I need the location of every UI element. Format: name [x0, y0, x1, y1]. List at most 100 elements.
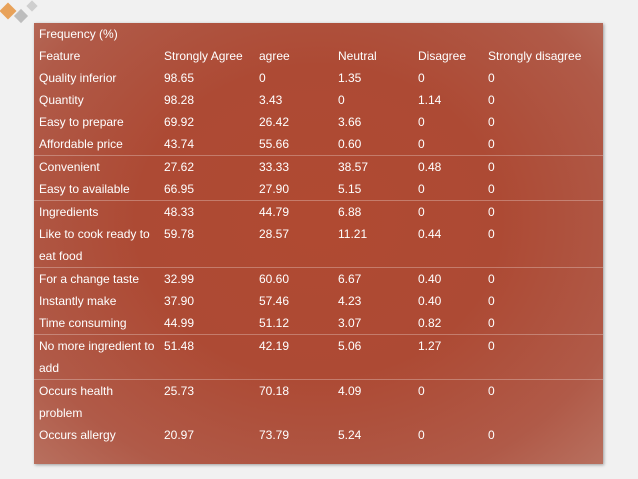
cell-disagree: 0	[418, 115, 425, 129]
cell-strongly-agree: 51.48	[159, 334, 254, 380]
cell-feature: Like to cook ready to eat food	[39, 227, 150, 263]
table-row: Like to cook ready to eat food 59.78 28.57…	[34, 223, 603, 268]
table-row: Occurs allergy 20.97 73.79 5.24 0 0	[34, 424, 603, 446]
table-row: Easy to available 66.95 27.90 5.15 0 0	[34, 178, 603, 201]
table-row: Instantly make 37.90 57.46 4.23 0.40 0	[34, 290, 603, 312]
header-strongly-agree: Strongly Agree	[164, 49, 243, 63]
cell-strongly-agree: 37.90	[164, 294, 195, 308]
cell-strongly-disagree: 0	[483, 200, 603, 223]
table-row: Occurs health problem 25.73 70.18 4.09 0 0	[34, 379, 603, 424]
cell-feature: Time consuming	[39, 316, 127, 330]
cell-strongly-agree: 69.92	[164, 115, 195, 129]
cell-neutral: 3.66	[338, 115, 362, 129]
table-row: Quantity 98.28 3.43 0 1.14 0	[34, 89, 603, 111]
header-agree: agree	[259, 49, 290, 63]
cell-disagree: 0	[413, 379, 483, 424]
cell-strongly-disagree: 0	[488, 93, 495, 107]
cell-disagree: 0	[418, 137, 425, 151]
cell-strongly-disagree: 0	[488, 182, 495, 196]
cell-feature: Easy to available	[39, 182, 130, 196]
cell-agree: 57.46	[259, 294, 290, 308]
cell-disagree: 0	[418, 428, 425, 442]
cell-feature: Quantity	[39, 93, 84, 107]
header-row: Feature Strongly Agree agree Neutral Dis…	[34, 45, 603, 67]
header-neutral: Neutral	[338, 49, 377, 63]
cell-disagree: 0.40	[418, 294, 442, 308]
frequency-table: Frequency (%) Feature Strongly Agree agr…	[34, 23, 603, 446]
cell-agree: 42.19	[254, 334, 333, 380]
cell-strongly-agree: 59.78	[164, 227, 195, 241]
cell-disagree: 0	[418, 71, 425, 85]
cell-neutral: 4.23	[338, 294, 362, 308]
cell-strongly-disagree: 0	[488, 428, 495, 442]
cell-feature: Easy to prepare	[39, 115, 124, 129]
cell-neutral: 5.15	[338, 182, 362, 196]
cell-strongly-agree: 32.99	[159, 267, 254, 290]
table-row: No more ingredient to add 51.48 42.19 5.06 1…	[34, 334, 603, 380]
cell-strongly-agree: 25.73	[159, 379, 254, 424]
cell-disagree: 1.14	[418, 93, 442, 107]
cell-neutral: 4.09	[333, 379, 413, 424]
cell-strongly-disagree: 0	[488, 137, 495, 151]
cell-feature: Occurs health problem	[34, 379, 159, 424]
cell-strongly-disagree: 0	[483, 379, 603, 424]
cell-disagree: 0	[418, 182, 425, 196]
cell-feature: For a change taste	[34, 267, 159, 290]
cell-strongly-agree: 20.97	[164, 428, 195, 442]
table-row: Time consuming 44.99 51.12 3.07 0.82 0	[34, 312, 603, 335]
header-feature: Feature	[39, 49, 81, 63]
cell-strongly-agree: 66.95	[164, 182, 195, 196]
cell-strongly-agree: 98.28	[164, 93, 195, 107]
cell-neutral: 0.60	[338, 137, 362, 151]
table-row: Convenient 27.62 33.33 38.57 0.48 0	[34, 155, 603, 178]
cell-agree: 0	[259, 71, 266, 85]
table-row: Ingredients 48.33 44.79 6.88 0 0	[34, 200, 603, 223]
cell-feature: Instantly make	[39, 294, 117, 308]
cell-disagree: 0.40	[413, 267, 483, 290]
cell-feature: Occurs allergy	[39, 428, 116, 442]
cell-disagree: 0.82	[418, 316, 442, 330]
title-row: Frequency (%)	[34, 23, 603, 45]
decor-diamond-grey-small	[26, 0, 38, 12]
cell-neutral: 6.88	[333, 200, 413, 223]
cell-strongly-disagree: 0	[483, 267, 603, 290]
cell-agree: 73.79	[259, 428, 290, 442]
cell-neutral: 1.35	[338, 71, 362, 85]
cell-feature: Affordable price	[39, 137, 123, 151]
cell-agree: 44.79	[254, 200, 333, 223]
cell-strongly-agree: 44.99	[164, 316, 195, 330]
header-strongly-disagree: Strongly disagree	[488, 49, 582, 63]
cell-disagree: 0	[413, 200, 483, 223]
cell-agree: 70.18	[254, 379, 333, 424]
cell-strongly-disagree: 0	[488, 227, 495, 241]
table-row: Affordable price 43.74 55.66 0.60 0 0	[34, 133, 603, 156]
header-disagree: Disagree	[418, 49, 467, 63]
cell-strongly-disagree: 0	[488, 71, 495, 85]
cell-strongly-disagree: 0	[488, 294, 495, 308]
cell-strongly-agree: 27.62	[159, 155, 254, 178]
cell-strongly-disagree: 0	[488, 316, 495, 330]
cell-agree: 55.66	[259, 137, 290, 151]
cell-feature: Quality inferior	[39, 71, 117, 85]
cell-neutral: 0	[338, 93, 345, 107]
table-panel: Frequency (%) Feature Strongly Agree agr…	[34, 23, 603, 464]
table-row: For a change taste 32.99 60.60 6.67 0.40 0	[34, 267, 603, 290]
cell-agree: 26.42	[259, 115, 290, 129]
cell-disagree: 0.48	[413, 155, 483, 178]
cell-neutral: 3.07	[338, 316, 362, 330]
table-row: Quality inferior 98.65 0 1.35 0 0	[34, 67, 603, 89]
table-row: Easy to prepare 69.92 26.42 3.66 0 0	[34, 111, 603, 133]
cell-agree: 3.43	[259, 93, 283, 107]
cell-agree: 60.60	[254, 267, 333, 290]
cell-strongly-disagree: 0	[488, 115, 495, 129]
cell-agree: 27.90	[259, 182, 290, 196]
cell-agree: 33.33	[254, 155, 333, 178]
cell-neutral: 6.67	[333, 267, 413, 290]
cell-strongly-agree: 48.33	[159, 200, 254, 223]
cell-strongly-agree: 98.65	[164, 71, 195, 85]
cell-neutral: 5.06	[333, 334, 413, 380]
cell-neutral: 11.21	[338, 227, 368, 241]
cell-neutral: 5.24	[338, 428, 362, 442]
table-title: Frequency (%)	[39, 27, 118, 41]
cell-strongly-disagree: 0	[483, 334, 603, 380]
